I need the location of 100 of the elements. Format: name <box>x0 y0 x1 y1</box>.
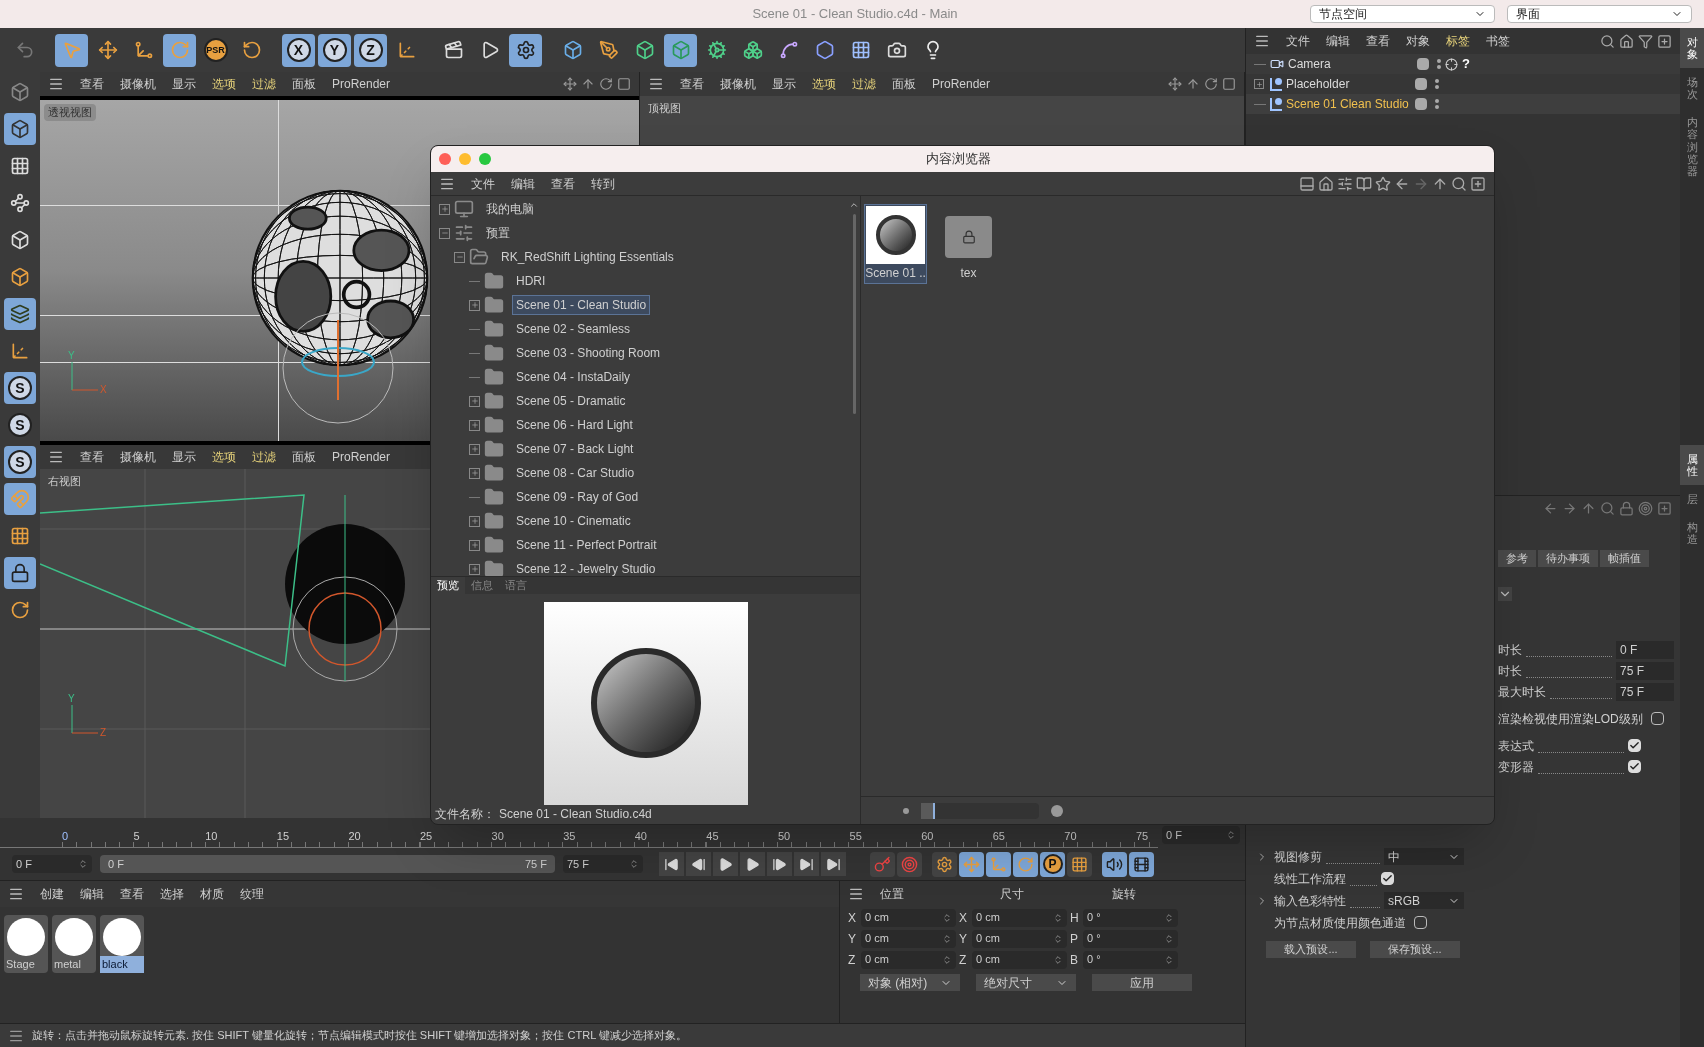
side-tab[interactable]: 对象 <box>1680 28 1704 69</box>
expand-icon[interactable] <box>469 443 480 455</box>
layout-dropdown[interactable]: 节点空间 <box>1310 5 1495 23</box>
value-field[interactable]: 0 ° <box>1083 908 1178 927</box>
menu-item[interactable]: 文件 <box>1286 32 1310 50</box>
value-field[interactable]: 0 cm <box>972 929 1067 948</box>
spinner-icon[interactable] <box>1053 912 1063 923</box>
menu-item[interactable]: 查看 <box>680 75 704 93</box>
panel-icon[interactable] <box>1299 175 1315 192</box>
tool-button[interactable] <box>163 33 196 67</box>
menu-item[interactable]: 纹理 <box>240 885 264 903</box>
step-forward-button[interactable] <box>767 852 792 876</box>
menu-item[interactable]: 显示 <box>172 448 196 466</box>
tab[interactable]: 信息 <box>465 577 499 594</box>
tool-button[interactable] <box>4 557 36 589</box>
value-field[interactable]: 0 ° <box>1083 929 1178 948</box>
spinner-icon[interactable] <box>942 912 952 923</box>
material-swatch[interactable]: black <box>100 915 144 973</box>
key-button[interactable] <box>1129 851 1154 877</box>
sliders-icon[interactable] <box>1337 175 1353 192</box>
checkbox[interactable] <box>1628 760 1641 773</box>
collapse-icon[interactable] <box>439 227 450 239</box>
frame-field[interactable]: 0 F <box>1162 826 1240 844</box>
back-icon[interactable] <box>1543 500 1558 516</box>
key-button[interactable] <box>986 851 1011 877</box>
checkbox[interactable] <box>1628 739 1641 752</box>
tree-item[interactable]: Scene 05 - Dramatic <box>512 391 630 411</box>
value-field[interactable]: 0 cm <box>861 950 956 969</box>
home-icon[interactable] <box>1619 33 1634 49</box>
menu-icon[interactable] <box>648 76 664 92</box>
search-icon[interactable] <box>1451 175 1467 192</box>
book-icon[interactable] <box>1356 175 1372 192</box>
key-button[interactable] <box>932 851 957 877</box>
object-row[interactable]: Camera ? <box>1246 54 1680 74</box>
key-button[interactable]: P <box>1040 851 1065 877</box>
layout-dropdown[interactable]: 界面 <box>1507 5 1692 23</box>
menu-item[interactable]: 选择 <box>160 885 184 903</box>
tree-item[interactable]: Scene 12 - Jewelry Studio <box>512 559 660 576</box>
tree-item[interactable]: Scene 02 - Seamless <box>512 319 635 339</box>
dropdown[interactable]: 中 <box>1384 848 1464 865</box>
search-icon[interactable] <box>1600 33 1615 49</box>
material-swatch[interactable]: metal <box>52 915 96 973</box>
menu-item[interactable]: 选项 <box>212 448 236 466</box>
value-field[interactable]: 0 cm <box>972 950 1067 969</box>
tool-button[interactable] <box>664 33 697 67</box>
menu-item[interactable]: 过滤 <box>252 448 276 466</box>
tab[interactable]: 待办事项 <box>1538 550 1598 567</box>
menu-item[interactable]: 文件 <box>471 174 495 193</box>
frame-range-bar[interactable]: 0 F 75 F <box>100 855 555 873</box>
value-field[interactable]: 0 ° <box>1083 950 1178 969</box>
lock-icon[interactable] <box>1619 500 1634 516</box>
value-field[interactable]: 75 F <box>1616 682 1674 701</box>
mode-dropdown[interactable]: 对象 (相对) <box>860 974 960 991</box>
tree-item[interactable]: Scene 07 - Back Light <box>512 439 638 459</box>
spinner-icon[interactable] <box>942 933 952 944</box>
value-field[interactable]: 75 F <box>1616 661 1674 680</box>
expand-icon[interactable] <box>469 299 480 311</box>
search-icon[interactable] <box>1600 500 1615 516</box>
play-backward-button[interactable] <box>713 852 738 876</box>
file-thumbnail[interactable]: Scene 01 .. <box>864 204 927 284</box>
material-swatch[interactable]: Stage <box>4 915 48 973</box>
tab[interactable]: 预览 <box>431 577 465 594</box>
spinner-icon[interactable] <box>1164 933 1174 944</box>
side-tab[interactable]: 构造 <box>1680 513 1704 554</box>
skip-forward-button[interactable] <box>794 852 819 876</box>
play-button[interactable] <box>740 852 765 876</box>
tool-button[interactable]: X <box>282 33 315 67</box>
home-icon[interactable] <box>1318 175 1334 192</box>
value-field[interactable]: 0 F <box>1616 640 1674 659</box>
tree-item[interactable]: Scene 01 - Clean Studio <box>512 295 651 315</box>
key-button[interactable] <box>959 851 984 877</box>
object-row[interactable]: Scene 01 Clean Studio <box>1246 94 1680 114</box>
menu-item[interactable]: 编辑 <box>511 174 535 193</box>
tool-button[interactable]: Y <box>318 33 351 67</box>
expand-icon[interactable] <box>469 539 480 551</box>
value-field[interactable]: 0 cm <box>861 908 956 927</box>
collapse-icon[interactable] <box>454 251 465 263</box>
menu-item[interactable]: 摄像机 <box>120 448 156 466</box>
tree-item[interactable]: Scene 09 - Ray of God <box>512 487 643 507</box>
preset-button[interactable]: 载入预设... <box>1266 941 1356 958</box>
tree-item[interactable]: 预置 <box>482 223 514 243</box>
tab[interactable]: 参考 <box>1498 550 1536 567</box>
tool-button[interactable] <box>509 33 542 67</box>
menu-item[interactable]: ProRender <box>932 75 991 93</box>
expand-icon[interactable] <box>469 467 480 479</box>
tool-button[interactable] <box>55 33 88 67</box>
star-icon[interactable] <box>1375 175 1391 192</box>
move-icon[interactable] <box>1168 77 1182 91</box>
menu-item[interactable]: 查看 <box>1366 32 1390 50</box>
tree-item[interactable]: Scene 11 - Perfect Portrait <box>512 535 661 555</box>
menu-item[interactable]: 显示 <box>772 75 796 93</box>
spinner-icon[interactable] <box>1053 954 1063 965</box>
close-button[interactable] <box>439 153 451 165</box>
key-button[interactable] <box>870 851 895 877</box>
tool-button[interactable] <box>4 113 36 145</box>
rotate-icon[interactable] <box>599 77 613 91</box>
maximize-icon[interactable] <box>1222 77 1236 91</box>
menu-item[interactable]: ProRender <box>332 75 391 93</box>
value-field[interactable]: 0 cm <box>972 908 1067 927</box>
move-icon[interactable] <box>563 77 577 91</box>
